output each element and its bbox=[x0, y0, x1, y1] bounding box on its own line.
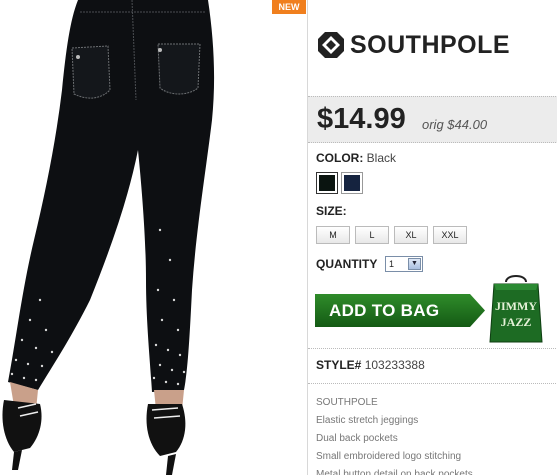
size-button-l[interactable]: L bbox=[355, 226, 389, 244]
description-line: Elastic stretch jeggings bbox=[316, 415, 419, 426]
logo-text-jimmy: JIMMY bbox=[495, 299, 537, 313]
color-label-text: COLOR: bbox=[316, 151, 364, 165]
quantity-value: 1 bbox=[389, 259, 395, 269]
divider bbox=[308, 383, 557, 384]
chevron-down-icon[interactable]: ▼ bbox=[408, 258, 421, 270]
new-badge: NEW bbox=[272, 0, 306, 14]
brand-name: SOUTHPOLE bbox=[350, 30, 511, 59]
quantity-label: QUANTITY bbox=[316, 257, 378, 271]
logo-text-jazz: JAZZ bbox=[501, 315, 532, 329]
color-swatch-navy[interactable] bbox=[341, 172, 363, 194]
product-image bbox=[0, 0, 306, 475]
selected-color: Black bbox=[366, 151, 397, 165]
add-to-bag-label: ADD TO BAG bbox=[329, 301, 440, 320]
description-line: SOUTHPOLE bbox=[316, 397, 378, 408]
size-button-xxl[interactable]: XXL bbox=[433, 226, 467, 244]
color-label: COLOR: Black bbox=[316, 151, 396, 165]
shopping-bag-icon: JIMMY JAZZ bbox=[489, 275, 543, 343]
product-description: SOUTHPOLE Elastic stretch jeggings Dual … bbox=[316, 394, 473, 475]
product-details-panel: SOUTHPOLE $14.99 orig $44.00 COLOR: Blac… bbox=[307, 0, 557, 475]
swatch-fill bbox=[344, 175, 360, 191]
price-box: $14.99 orig $44.00 bbox=[308, 96, 557, 143]
style-label: STYLE# bbox=[316, 358, 362, 372]
description-line: Dual back pockets bbox=[316, 433, 398, 444]
southpole-mark-icon bbox=[318, 32, 344, 58]
description-line: Small embroidered logo stitching bbox=[316, 451, 462, 462]
color-swatch-black[interactable] bbox=[316, 172, 338, 194]
current-price: $14.99 bbox=[317, 103, 406, 135]
style-number: STYLE# 103233388 bbox=[316, 358, 425, 372]
original-price: orig $44.00 bbox=[422, 117, 488, 132]
jimmy-jazz-bag-logo: JIMMY JAZZ bbox=[488, 272, 544, 344]
add-to-bag-button[interactable]: ADD TO BAG bbox=[315, 294, 485, 327]
jeggings-photo bbox=[2, 0, 215, 475]
style-value: 103233388 bbox=[364, 358, 425, 372]
size-button-m[interactable]: M bbox=[316, 226, 350, 244]
size-button-xl[interactable]: XL bbox=[394, 226, 428, 244]
brand-logo: SOUTHPOLE bbox=[316, 30, 510, 60]
quantity-select[interactable]: 1 ▼ bbox=[385, 256, 423, 272]
size-label: SIZE: bbox=[316, 204, 347, 218]
swatch-fill bbox=[319, 175, 335, 191]
description-line: Metal button detail on back pockets bbox=[316, 469, 473, 475]
divider bbox=[308, 348, 557, 349]
